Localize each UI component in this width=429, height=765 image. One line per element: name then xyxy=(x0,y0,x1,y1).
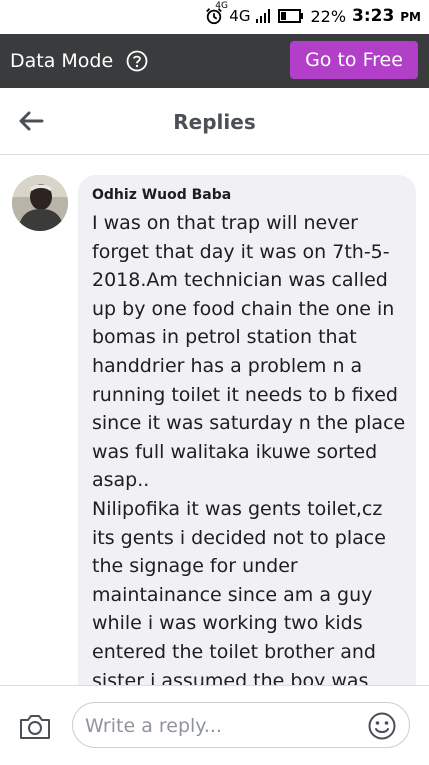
camera-icon xyxy=(20,715,50,739)
clock-time: 3:23 xyxy=(352,6,395,26)
replies-content[interactable]: Odhiz Wuod Baba I was on that trap will … xyxy=(0,155,429,685)
clock-suffix: PM xyxy=(400,10,421,24)
status-items: 4G 4G 22% 3:23 PM xyxy=(205,1,421,26)
avatar-image xyxy=(12,175,68,231)
emoji-button[interactable] xyxy=(367,711,397,741)
replies-header: Replies xyxy=(0,88,429,155)
emoji-icon xyxy=(368,712,396,740)
avatar[interactable] xyxy=(12,175,68,231)
clock: 3:23 PM xyxy=(352,6,421,26)
comment-text: I was on that trap will never forget tha… xyxy=(92,212,406,685)
network-sup-label: 4G xyxy=(215,1,228,11)
network-label: 4G xyxy=(229,7,251,25)
page-title: Replies xyxy=(173,110,256,134)
data-mode-label: Data Mode xyxy=(10,50,114,72)
reply-box[interactable] xyxy=(72,702,410,748)
data-mode-bar: Data Mode Go to Free xyxy=(0,34,429,88)
signal-icon xyxy=(256,9,271,23)
go-to-free-button[interactable]: Go to Free xyxy=(290,41,418,79)
camera-button[interactable] xyxy=(18,712,52,742)
network-indicator: 4G 4G xyxy=(215,1,251,25)
comment-author[interactable]: Odhiz Wuod Baba xyxy=(92,187,231,203)
reply-input[interactable] xyxy=(83,712,357,740)
help-icon[interactable] xyxy=(126,50,148,72)
battery-icon xyxy=(278,9,304,23)
battery-percent: 22% xyxy=(310,6,347,26)
reply-bar xyxy=(0,685,429,765)
status-bar: 4G 4G 22% 3:23 PM xyxy=(0,0,429,34)
comment-bubble[interactable]: Odhiz Wuod Baba I was on that trap will … xyxy=(78,175,416,685)
